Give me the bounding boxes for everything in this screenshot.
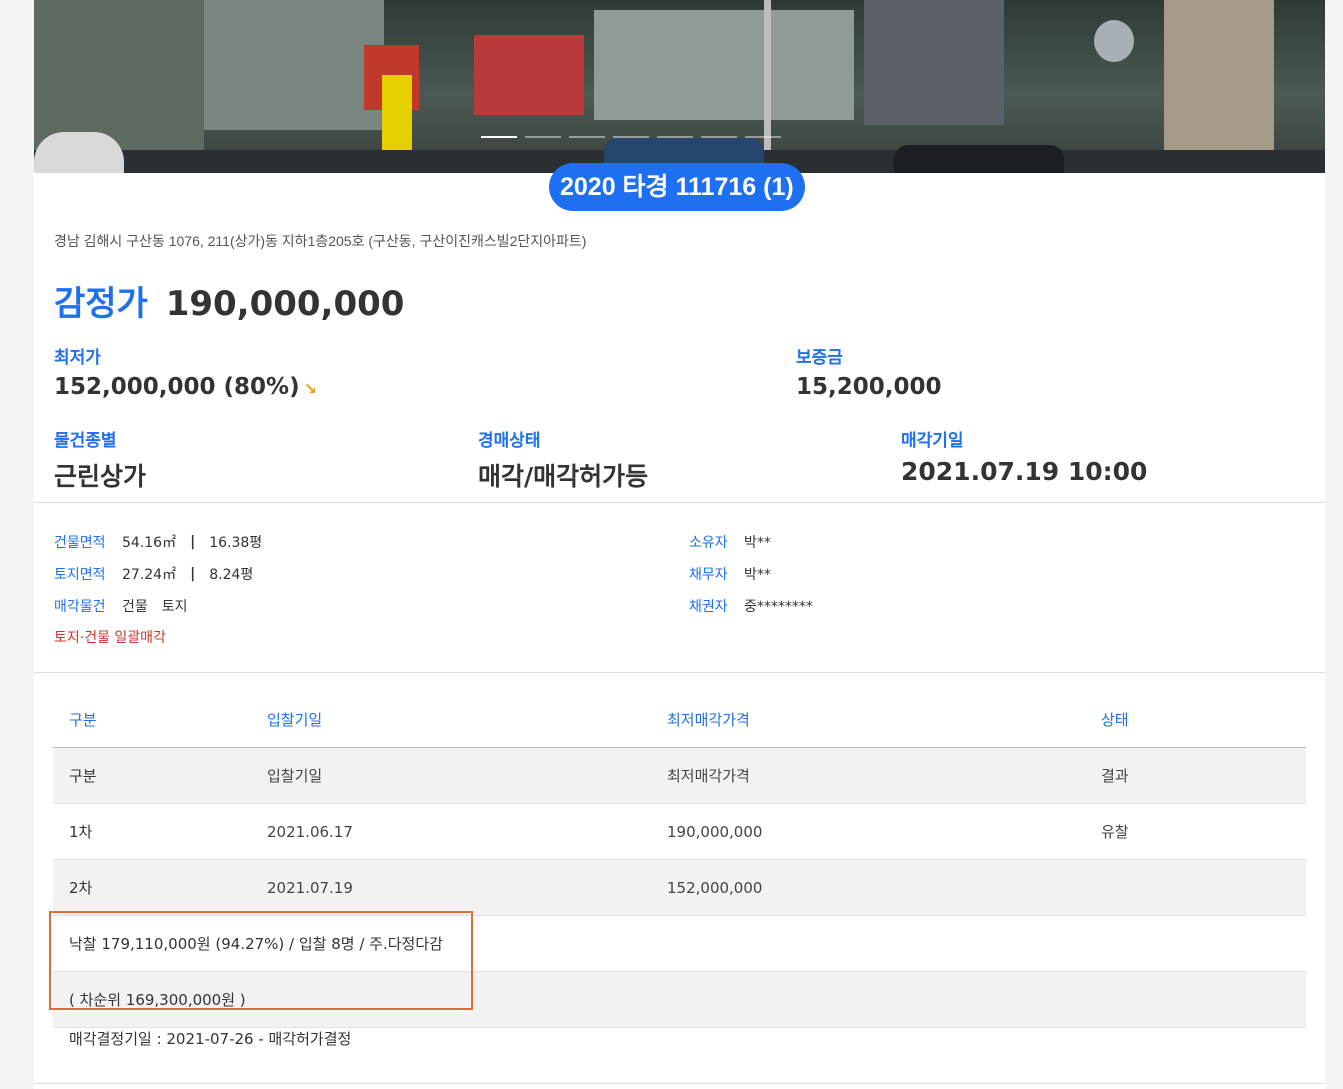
appraisal-value: 190,000,000 — [165, 284, 405, 324]
debtor-value: 박** — [744, 567, 771, 583]
table-header-row: 구분 입찰기일 최저매각가격 상태 — [53, 692, 1306, 748]
carousel-dot[interactable] — [701, 136, 737, 138]
sale-date: 매각기일 2021.07.19 10:00 — [901, 426, 1147, 486]
building-area-sqm: 54.16㎡ — [122, 535, 177, 551]
bulk-sale-note: 토지·건물 일괄매각 — [54, 630, 166, 646]
sale-items-label: 매각물건 — [54, 599, 106, 615]
building-area-label: 건물면적 — [54, 535, 106, 551]
table-cell: 1차 — [53, 803, 266, 860]
table-row: 구분 입찰기일 최저매각가격 결과 — [53, 747, 1306, 804]
land-area-label: 토지면적 — [54, 567, 106, 583]
land-area-pyeong: 8.24평 — [209, 567, 254, 583]
carousel-dot[interactable] — [569, 136, 605, 138]
separator: | — [190, 534, 196, 550]
creditor-value: 중******** — [744, 599, 813, 615]
owner: 소유자 박** — [689, 532, 771, 552]
creditor-label: 채권자 — [689, 599, 728, 615]
table-row: 1차 2021.06.17 190,000,000 유찰 — [53, 803, 1306, 860]
carousel-dot[interactable] — [657, 136, 693, 138]
land-area-sqm: 27.24㎡ — [122, 567, 177, 583]
appraisal-label: 감정가 — [54, 284, 148, 324]
column-header: 상태 — [1100, 692, 1306, 748]
table-cell: 결과 — [1100, 747, 1306, 804]
sale-decision-date: 매각결정기일 : 2021-07-26 - 매각허가결정 — [69, 1030, 352, 1048]
property-type-label: 물건종별 — [54, 431, 117, 451]
owner-value: 박** — [744, 535, 771, 551]
deposit-value: 15,200,000 — [796, 374, 942, 400]
table-cell: 최저매각가격 — [666, 747, 1100, 804]
table-row: 2차 2021.07.19 152,000,000 — [53, 859, 1306, 916]
deposit-label: 보증금 — [796, 348, 843, 368]
carousel-dot[interactable] — [525, 136, 561, 138]
auction-status: 경매상태 매각/매각허가등 — [478, 426, 648, 493]
carousel-indicators[interactable] — [481, 136, 781, 138]
property-photo[interactable] — [34, 0, 1325, 173]
debtor: 채무자 박** — [689, 564, 771, 584]
sale-date-label: 매각기일 — [901, 431, 964, 451]
column-header: 최저매각가격 — [666, 692, 1100, 748]
minimum-price-value: 152,000,000 (80%) — [54, 374, 300, 400]
property-address: 경남 김해시 구산동 1076, 211(상가)동 지하1층205호 (구산동,… — [54, 233, 587, 249]
auction-status-label: 경매상태 — [478, 431, 541, 451]
sale-item-building: 건물 — [122, 599, 148, 615]
table-cell: 2차 — [53, 859, 266, 916]
table-cell: 2021.06.17 — [266, 803, 666, 860]
carousel-dot[interactable] — [481, 136, 517, 138]
building-area-pyeong: 16.38평 — [209, 535, 263, 551]
divider — [34, 502, 1325, 503]
winning-bid-highlight — [49, 911, 473, 1010]
land-area: 토지면적 27.24㎡ | 8.24평 — [54, 564, 253, 584]
trend-down-icon: ↘ — [303, 379, 317, 398]
building-area: 건물면적 54.16㎡ | 16.38평 — [54, 532, 262, 552]
divider — [34, 1083, 1325, 1084]
table-cell — [1100, 859, 1306, 916]
minimum-price: 최저가 152,000,000 (80%) ↘ — [54, 343, 317, 400]
property-type-value: 근린상가 — [54, 462, 147, 491]
debtor-label: 채무자 — [689, 567, 728, 583]
column-header: 구분 — [53, 692, 266, 748]
property-type: 물건종별 근린상가 — [54, 426, 146, 493]
carousel-dot[interactable] — [613, 136, 649, 138]
minimum-price-label: 최저가 — [54, 348, 101, 368]
carousel-dot[interactable] — [745, 136, 781, 138]
table-cell: 구분 — [53, 747, 266, 804]
case-number-badge: 2020 타경 111716 (1) — [549, 163, 805, 211]
separator: | — [190, 566, 196, 582]
table-cell: 152,000,000 — [666, 859, 1100, 916]
appraisal-price: 감정가 190,000,000 — [54, 276, 404, 325]
table-cell: 190,000,000 — [666, 803, 1100, 860]
sale-date-value: 2021.07.19 10:00 — [901, 457, 1148, 486]
table-cell: 유찰 — [1100, 803, 1306, 860]
table-cell: 2021.07.19 — [266, 859, 666, 916]
deposit: 보증금 15,200,000 — [796, 343, 942, 400]
divider — [34, 672, 1325, 673]
sale-items: 매각물건 건물 토지 — [54, 596, 188, 616]
auction-detail-card: 2020 타경 111716 (1) 경남 김해시 구산동 1076, 211(… — [34, 0, 1325, 1089]
creditor: 채권자 중******** — [689, 596, 813, 616]
column-header: 입찰기일 — [266, 692, 666, 748]
auction-status-value: 매각/매각허가등 — [478, 462, 649, 491]
sale-item-land: 토지 — [161, 599, 188, 615]
owner-label: 소유자 — [689, 535, 728, 551]
table-cell: 입찰기일 — [266, 747, 666, 804]
